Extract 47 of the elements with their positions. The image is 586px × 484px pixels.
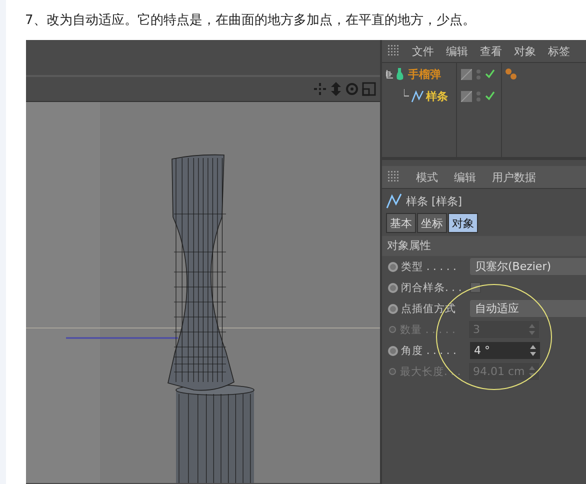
maximize-icon[interactable]	[362, 82, 376, 96]
grip-icon[interactable]	[388, 171, 400, 183]
caption-text: 7、改为自动适应。它的特点是，在曲面的地方多加点，在平直的地方，少点。	[24, 12, 476, 30]
tag-balls-icon[interactable]	[505, 68, 517, 80]
tab[interactable]: 坐标	[417, 213, 447, 233]
object-title: 样条 [样条]	[406, 194, 462, 208]
menu-item[interactable]: 用户数据	[492, 170, 536, 184]
menu-item[interactable]: 编辑	[454, 170, 476, 184]
spline-icon	[386, 193, 402, 209]
visibility-dots-icon[interactable]	[476, 68, 481, 80]
menu-item[interactable]: 模式	[416, 170, 438, 184]
field-label: 闭合样条. . .	[401, 280, 463, 294]
object-name[interactable]: 手榴弹	[408, 66, 441, 82]
dropdown[interactable]: 自动适应	[470, 300, 586, 317]
spinner-icon[interactable]	[529, 366, 535, 377]
animate-dot-icon[interactable]	[388, 304, 398, 314]
animate-dot-icon[interactable]	[388, 346, 398, 356]
menu-item[interactable]: 文件	[412, 44, 434, 58]
bottle-icon	[386, 67, 406, 81]
menu-item[interactable]: 查看	[480, 44, 502, 58]
layer-icon	[461, 90, 472, 102]
animate-dot-icon[interactable]	[389, 326, 396, 333]
animate-dot-icon[interactable]	[388, 262, 398, 272]
section-header: 对象属性	[382, 236, 586, 256]
field-label: 点插值方式	[401, 302, 457, 316]
move-icon[interactable]	[313, 82, 327, 96]
spinner-icon[interactable]	[530, 345, 536, 356]
checkbox[interactable]	[470, 282, 481, 293]
menu-item[interactable]: 编辑	[446, 44, 468, 58]
menu-item[interactable]: 对象	[514, 44, 536, 58]
animate-dot-icon[interactable]	[389, 368, 396, 375]
field-label: 类型 . . . . .	[401, 260, 458, 274]
enabled-checkmark[interactable]	[485, 91, 495, 101]
dropdown[interactable]: 贝塞尔(Bezier)	[470, 258, 586, 275]
grip-icon[interactable]	[388, 45, 400, 57]
layer-icon	[461, 68, 472, 80]
rotate-icon[interactable]	[345, 82, 359, 96]
menu-item[interactable]: 标签	[548, 44, 570, 58]
object-name[interactable]: 样条	[426, 88, 448, 104]
tab[interactable]: 对象	[448, 213, 478, 233]
number-field[interactable]: 4 °	[470, 342, 540, 359]
animate-dot-icon[interactable]	[388, 282, 398, 292]
visibility-dots-icon[interactable]	[476, 90, 481, 102]
enabled-checkmark[interactable]	[485, 69, 495, 79]
tab[interactable]: 基本	[386, 213, 416, 233]
spline-icon	[404, 89, 424, 103]
field-label: 角度 . . . . .	[401, 344, 458, 358]
